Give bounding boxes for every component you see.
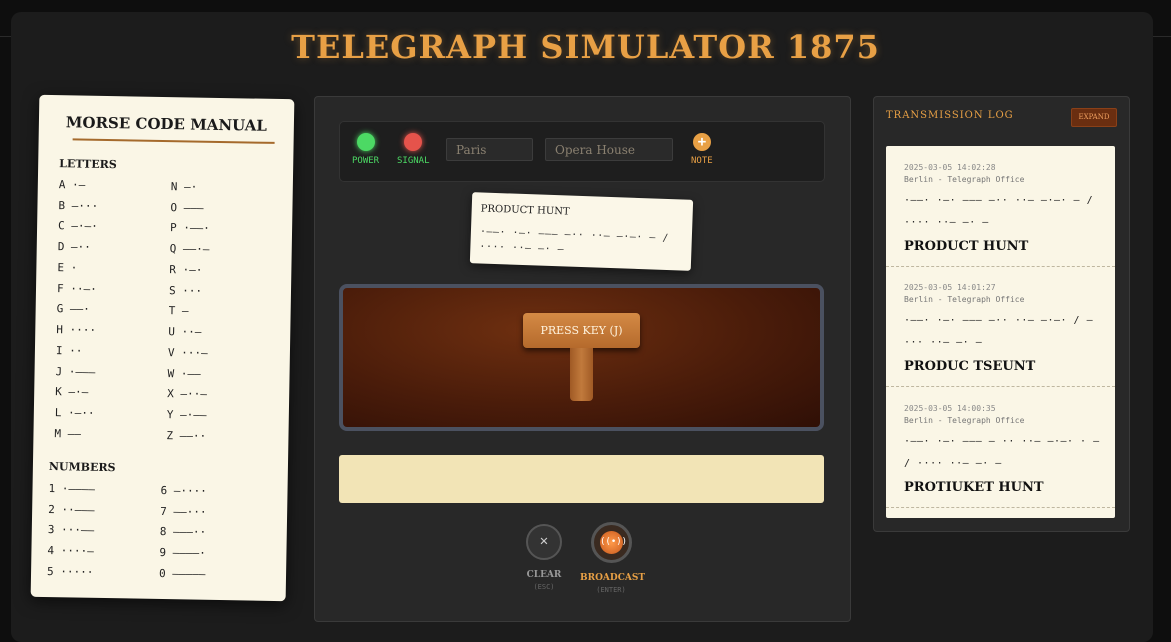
morse-number-6: 6 –···· <box>160 483 207 498</box>
morse-letter-y: Y –·–– <box>166 408 207 422</box>
telegraph-key-lever[interactable] <box>570 348 593 401</box>
morse-letter-k: K –·– <box>55 385 89 399</box>
entry-morse-code: ·––· ·–· ––– – ·· ··– –·–· · – / ···· ··… <box>904 436 1100 469</box>
log-entry[interactable]: 2025-03-05 14:01:27 Berlin - Telegraph O… <box>886 266 1115 387</box>
morse-number-1: 1 ·–––– <box>48 482 95 496</box>
numbers-heading: NUMBERS <box>48 460 116 475</box>
location-input[interactable]: Opera House <box>545 138 673 161</box>
clear-icon: ✕ <box>539 533 549 549</box>
morse-number-0: 0 ––––– <box>158 566 206 581</box>
morse-letter-g: G ––· <box>56 302 90 316</box>
morse-letter-h: H ···· <box>56 323 97 337</box>
log-title: TRANSMISSION LOG <box>886 110 1014 121</box>
signal-led-icon <box>404 133 422 151</box>
entry-timestamp: 2025-03-05 14:01:27 <box>904 283 996 292</box>
add-note-icon[interactable]: + <box>693 133 711 151</box>
entry-location: Berlin - Telegraph Office <box>904 295 1025 304</box>
entry-timestamp: 2025-03-05 14:02:28 <box>904 163 996 172</box>
morse-number-9: 9 ––––· <box>159 545 206 560</box>
clear-hint: (ESC) <box>533 583 555 591</box>
manual-title: MORSE CODE MANUAL <box>65 113 268 135</box>
morse-letter-b: B –··· <box>58 199 99 213</box>
morse-letter-e: E · <box>57 261 78 275</box>
morse-letter-n: N –· <box>170 180 198 194</box>
morse-letter-q: Q ––·– <box>169 242 210 256</box>
morse-letter-m: M –– <box>54 427 82 441</box>
morse-number-3: 3 ···–– <box>47 523 95 537</box>
morse-letter-x: X –··– <box>167 387 208 401</box>
app-title: TELEGRAPH SIMULATOR 1875 <box>291 28 880 66</box>
morse-letter-a: A ·– <box>58 178 86 192</box>
broadcast-hint: (ENTER) <box>596 586 626 594</box>
morse-letter-s: S ··· <box>168 284 203 298</box>
morse-letter-v: V ···– <box>167 346 208 360</box>
morse-letter-r: R ·–· <box>169 263 203 277</box>
sticky-note: PRODUCT HUNT ·––· ·–· ––– –·· ··– –·–· –… <box>469 192 694 271</box>
morse-letter-t: T – <box>168 304 189 318</box>
morse-number-4: 4 ····– <box>47 544 94 558</box>
morse-letter-z: Z ––·· <box>166 429 207 443</box>
morse-number-7: 7 ––··· <box>160 504 207 519</box>
note-title: PRODUCT HUNT <box>480 203 570 218</box>
entry-location: Berlin - Telegraph Office <box>904 175 1025 184</box>
log-entry[interactable]: 2025-03-05 14:02:28 Berlin - Telegraph O… <box>886 146 1115 267</box>
morse-letter-j: J ·––– <box>55 365 96 379</box>
press-key-button[interactable]: PRESS KEY (J) <box>523 313 640 348</box>
manual-divider <box>72 138 275 144</box>
morse-number-8: 8 –––·· <box>159 524 207 539</box>
clear-label: CLEAR <box>526 570 562 580</box>
note-morse-code: ·––· ·–· ––– –·· ··– –·–· – / ···· ··– –… <box>479 226 670 256</box>
morse-manual-card: MORSE CODE MANUAL LETTERS A ·– B –··· C … <box>30 94 295 602</box>
broadcast-icon: ((•)) <box>600 531 627 554</box>
broadcast-label: BROADCAST <box>580 573 646 583</box>
entry-message: PROTIUKET HUNT <box>904 480 1044 495</box>
clear-button[interactable]: ✕ <box>526 524 562 560</box>
entry-morse-code: ·––· ·–· ––– –·· ··– –·–· – / ···· ··– –… <box>904 195 1094 228</box>
power-led-icon[interactable] <box>357 133 375 151</box>
entry-message: PRODUCT HUNT <box>904 239 1029 254</box>
morse-letter-l: L ·–·· <box>54 406 95 420</box>
morse-letter-c: C –·–· <box>58 219 98 233</box>
expand-button[interactable]: EXPAND <box>1071 108 1117 127</box>
morse-number-5: 5 ····· <box>46 565 94 579</box>
morse-letter-f: F ··–· <box>56 282 97 296</box>
entry-timestamp: 2025-03-05 14:00:35 <box>904 404 996 413</box>
morse-letter-o: O ––– <box>170 201 204 215</box>
morse-letter-d: D –·· <box>57 240 91 254</box>
entry-message: PRODUC TSEUNT <box>904 359 1036 374</box>
message-output <box>339 455 824 503</box>
signal-label: SIGNAL <box>397 156 430 166</box>
log-list[interactable]: 2025-03-05 14:02:28 Berlin - Telegraph O… <box>886 146 1115 518</box>
morse-number-2: 2 ··––– <box>48 503 95 517</box>
entry-location: Berlin - Telegraph Office <box>904 416 1025 425</box>
city-input[interactable]: Paris <box>446 138 533 161</box>
morse-letter-p: P ·––· <box>169 221 210 235</box>
broadcast-button[interactable]: ((•)) <box>591 522 632 563</box>
power-label: POWER <box>352 156 380 166</box>
entry-morse-code: ·––· ·–· ––– –·· ··– –·–· / – ··· ··– –·… <box>904 315 1094 348</box>
morse-letter-i: I ·· <box>55 344 83 358</box>
note-label[interactable]: NOTE <box>691 156 713 166</box>
log-entry[interactable]: 2025-03-05 14:00:35 Berlin - Telegraph O… <box>886 387 1115 508</box>
letters-heading: LETTERS <box>59 157 117 172</box>
morse-letter-w: W ·–– <box>167 367 201 381</box>
morse-letter-u: U ··– <box>168 325 202 339</box>
